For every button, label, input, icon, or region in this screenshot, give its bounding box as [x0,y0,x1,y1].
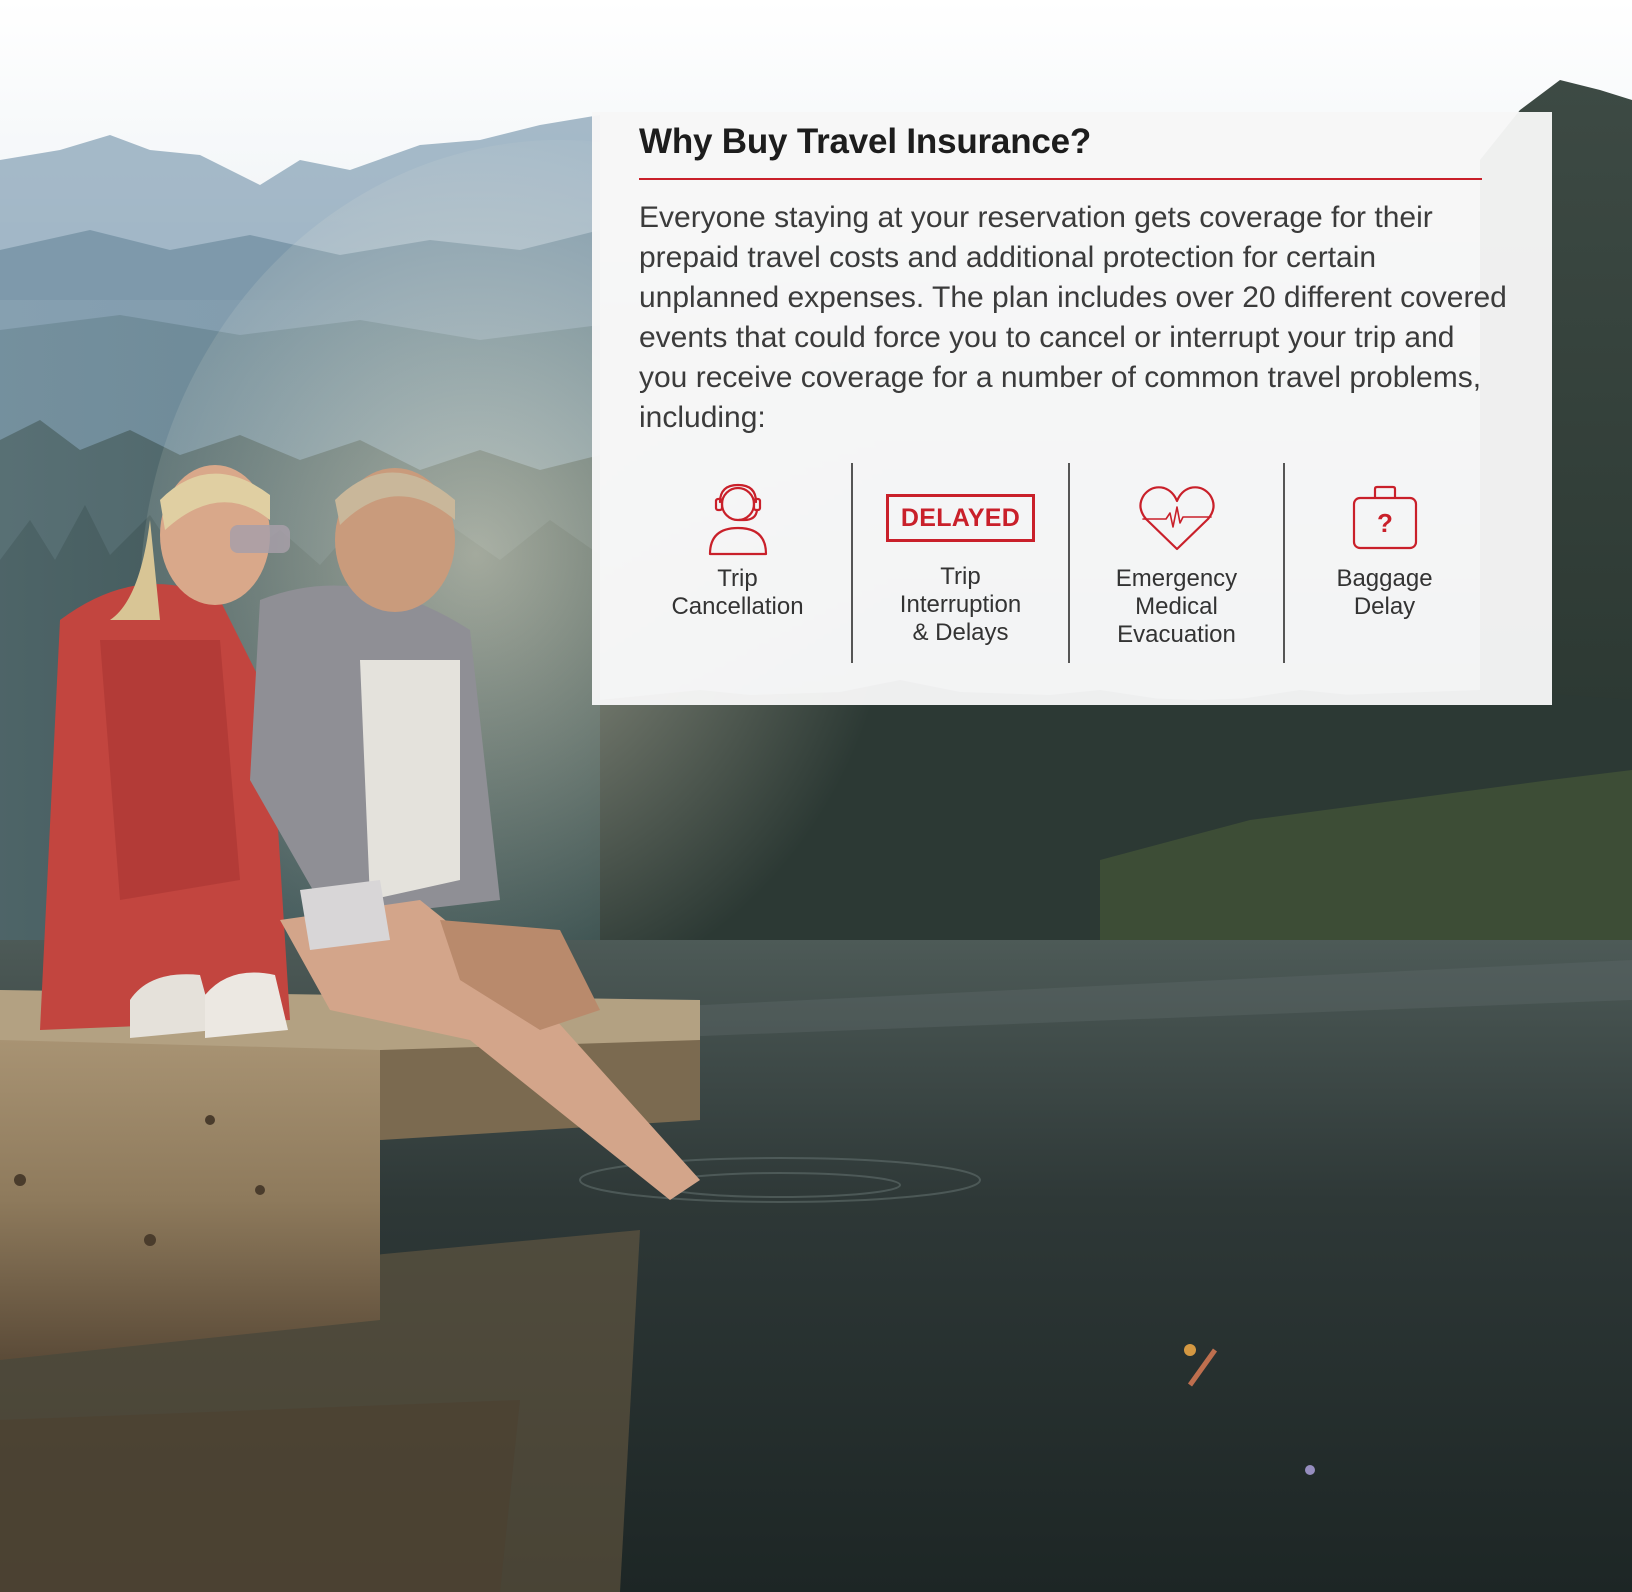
headset-person-icon [706,473,770,563]
heart-pulse-icon [1138,473,1216,563]
card-title: Why Buy Travel Insurance? [639,122,1092,161]
delayed-badge-text: DELAYED [885,494,1036,542]
card-body-text: Everyone staying at your reservation get… [639,201,1507,434]
feature-baggage-delay: ? Baggage Delay [1283,463,1484,663]
title-divider [639,178,1482,180]
feature-label: Trip Interruption & Delays [899,563,1022,646]
info-card: Why Buy Travel Insurance? Everyone stayi… [592,112,1552,705]
suitcase-question-mark: ? [1377,508,1393,538]
coverage-features: Trip Cancellation DELAYED Trip Interrupt… [624,463,1484,663]
feature-label: Baggage Delay [1336,565,1433,620]
feature-emergency-medical: Emergency Medical Evacuation [1068,463,1283,663]
suitcase-question-icon: ? [1351,473,1419,563]
feature-label: Emergency Medical Evacuation [1115,565,1238,648]
feature-trip-cancellation: Trip Cancellation [624,463,851,663]
delayed-badge-icon: DELAYED [885,473,1036,563]
feature-trip-interruption: DELAYED Trip Interruption & Delays [851,463,1068,663]
feature-label: Trip Cancellation [671,565,804,620]
